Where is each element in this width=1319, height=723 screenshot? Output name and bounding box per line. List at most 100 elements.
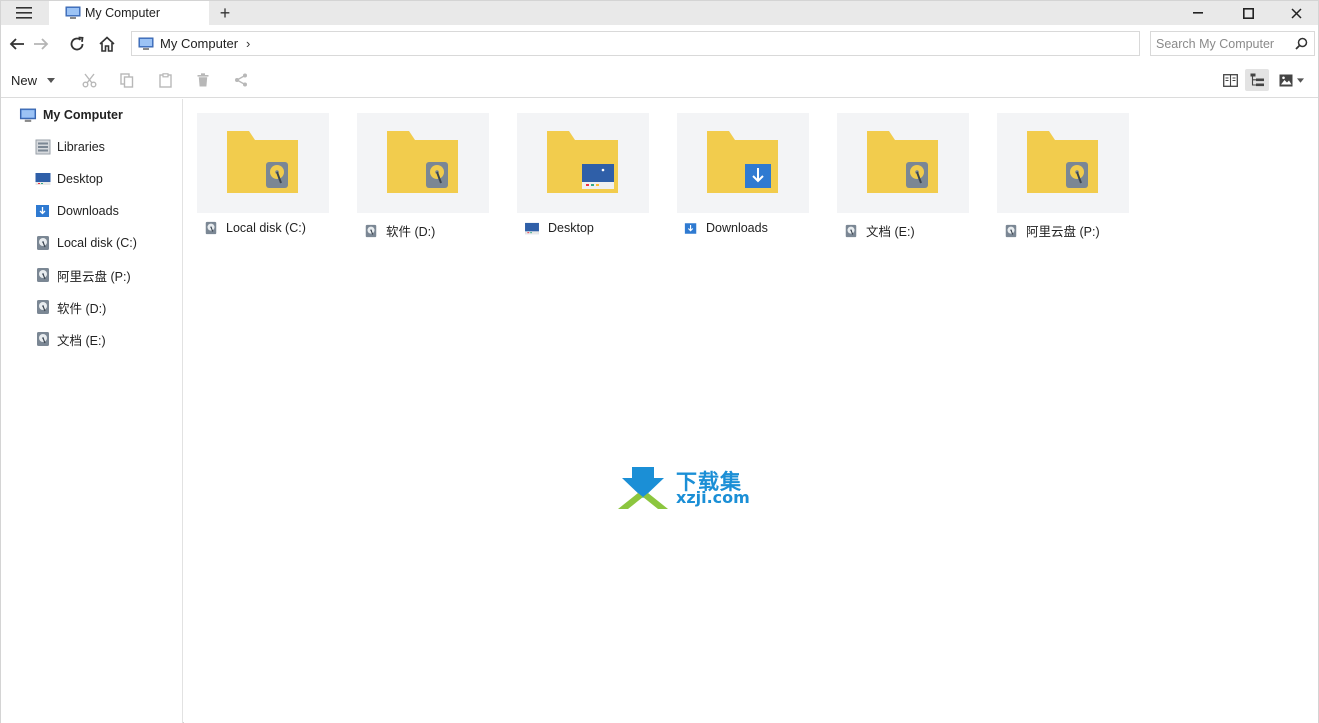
sidebar-item-aliyun-p[interactable]: 阿里云盘 (P:) — [1, 263, 181, 287]
tile-thumbnail — [357, 113, 489, 213]
trash-icon — [197, 73, 209, 87]
minimize-icon — [1193, 12, 1203, 14]
share-icon — [235, 73, 247, 87]
tile-downloads[interactable]: Downloads — [677, 113, 809, 238]
scissors-icon — [82, 73, 96, 87]
tile-desktop[interactable]: Desktop — [517, 113, 649, 238]
breadcrumb-separator[interactable]: › — [246, 36, 250, 51]
sidebar-item-local-disk-c[interactable]: Local disk (C:) — [1, 231, 181, 255]
tab-title: My Computer — [85, 6, 161, 20]
sidebar-item-label: 软件 (D:) — [57, 301, 107, 316]
search-box[interactable] — [1150, 31, 1315, 56]
tab-bar: My Computer + — [1, 1, 1318, 25]
tile-aliyun-p[interactable]: 阿里云盘 (P:) — [997, 113, 1129, 240]
maximize-icon — [1242, 7, 1254, 19]
copy-button[interactable] — [116, 70, 138, 90]
sidebar-item-downloads[interactable]: Downloads — [1, 199, 181, 223]
forward-button[interactable] — [29, 32, 53, 56]
sidebar-item-libraries[interactable]: Libraries — [1, 135, 181, 159]
refresh-icon — [70, 36, 84, 51]
sidebar-item-my-computer[interactable]: My Computer — [1, 103, 181, 127]
tile-label-text: 软件 (D:) — [386, 225, 436, 239]
sidebar-item-label: Libraries — [57, 140, 105, 154]
disk-icon — [37, 300, 49, 314]
folder-desktop-icon — [547, 131, 618, 193]
minimize-button[interactable] — [1175, 1, 1221, 25]
address-bar[interactable]: My Computer › — [131, 31, 1140, 56]
downloads-icon — [684, 222, 697, 234]
tile-label-text: Downloads — [706, 221, 768, 235]
desktop-icon — [35, 173, 51, 185]
new-button-label: New — [11, 72, 38, 88]
folder-disk-icon — [867, 131, 938, 193]
disk-icon — [37, 236, 49, 250]
library-icon — [35, 139, 51, 155]
computer-icon — [138, 37, 154, 50]
watermark-en-text: xzji.com — [676, 488, 750, 507]
thumbnail-view-dropdown[interactable] — [1275, 69, 1307, 91]
sidebar-item-label: 文档 (E:) — [57, 333, 106, 348]
clipboard-icon — [158, 72, 172, 88]
folder-disk-icon — [387, 131, 458, 193]
tile-documents-e[interactable]: 文档 (E:) — [837, 113, 969, 240]
tile-label: 文档 (E:) — [844, 221, 915, 240]
caret-down-icon — [1296, 77, 1304, 83]
disk-icon — [845, 224, 857, 237]
tile-label-text: Local disk (C:) — [226, 221, 306, 235]
maximize-button[interactable] — [1225, 1, 1271, 25]
downloads-icon — [36, 205, 49, 217]
watermark: 下载集 xzji.com — [618, 466, 758, 512]
paste-button[interactable] — [154, 70, 176, 90]
navigation-bar: My Computer › — [1, 25, 1318, 63]
tile-thumbnail — [997, 113, 1129, 213]
file-explorer-window: My Computer + My Computer › Search My Co… — [0, 0, 1319, 723]
breadcrumb-my-computer[interactable]: My Computer — [160, 36, 238, 51]
panel-layout-icon — [1222, 73, 1238, 87]
tile-thumbnail — [197, 113, 329, 213]
sidebar-item-label: Downloads — [57, 204, 119, 218]
folder-disk-icon — [227, 131, 298, 193]
refresh-button[interactable] — [65, 32, 89, 56]
close-icon — [1290, 7, 1302, 19]
tree-view-icon — [1250, 73, 1264, 87]
disk-icon — [37, 332, 49, 346]
delete-button[interactable] — [192, 70, 214, 90]
home-button[interactable] — [95, 32, 119, 56]
new-button[interactable]: New — [11, 71, 56, 89]
sidebar-item-label: Local disk (C:) — [57, 236, 137, 250]
disk-icon — [37, 268, 49, 282]
disk-icon — [365, 224, 377, 237]
tile-label: 软件 (D:) — [364, 221, 435, 240]
tree-view-button[interactable] — [1245, 69, 1269, 91]
search-input[interactable] — [1156, 36, 1296, 51]
sidebar-item-desktop[interactable]: Desktop — [1, 167, 181, 191]
folder-disk-icon — [1027, 131, 1098, 193]
computer-icon — [65, 6, 81, 19]
share-button[interactable] — [230, 70, 252, 90]
tile-local-disk-c[interactable]: Local disk (C:) — [197, 113, 329, 238]
tile-label: Desktop — [524, 221, 594, 235]
back-button[interactable] — [5, 32, 29, 56]
tile-software-d[interactable]: 软件 (D:) — [357, 113, 489, 240]
search-icon[interactable] — [1295, 37, 1308, 50]
sidebar-item-documents-e[interactable]: 文档 (E:) — [1, 327, 181, 351]
details-pane-button[interactable] — [1218, 69, 1242, 91]
cut-button[interactable] — [78, 70, 100, 90]
toolbar: New — [1, 63, 1318, 98]
hamburger-menu-button[interactable] — [9, 3, 39, 23]
hamburger-icon — [16, 7, 32, 19]
tab-my-computer[interactable]: My Computer — [49, 1, 209, 25]
tile-label: 阿里云盘 (P:) — [1004, 221, 1100, 240]
tile-thumbnail — [517, 113, 649, 213]
sidebar-item-label: My Computer — [43, 108, 123, 122]
disk-icon — [205, 221, 217, 235]
home-icon — [99, 36, 115, 52]
tile-label-text: 阿里云盘 (P:) — [1026, 225, 1100, 239]
sidebar-item-software-d[interactable]: 软件 (D:) — [1, 295, 181, 319]
new-tab-button[interactable]: + — [213, 1, 237, 25]
close-button[interactable] — [1273, 1, 1319, 25]
sidebar-item-label: 阿里云盘 (P:) — [57, 269, 131, 284]
tile-label: Local disk (C:) — [204, 221, 306, 235]
arrow-right-icon — [34, 38, 49, 50]
disk-icon — [1005, 224, 1017, 237]
